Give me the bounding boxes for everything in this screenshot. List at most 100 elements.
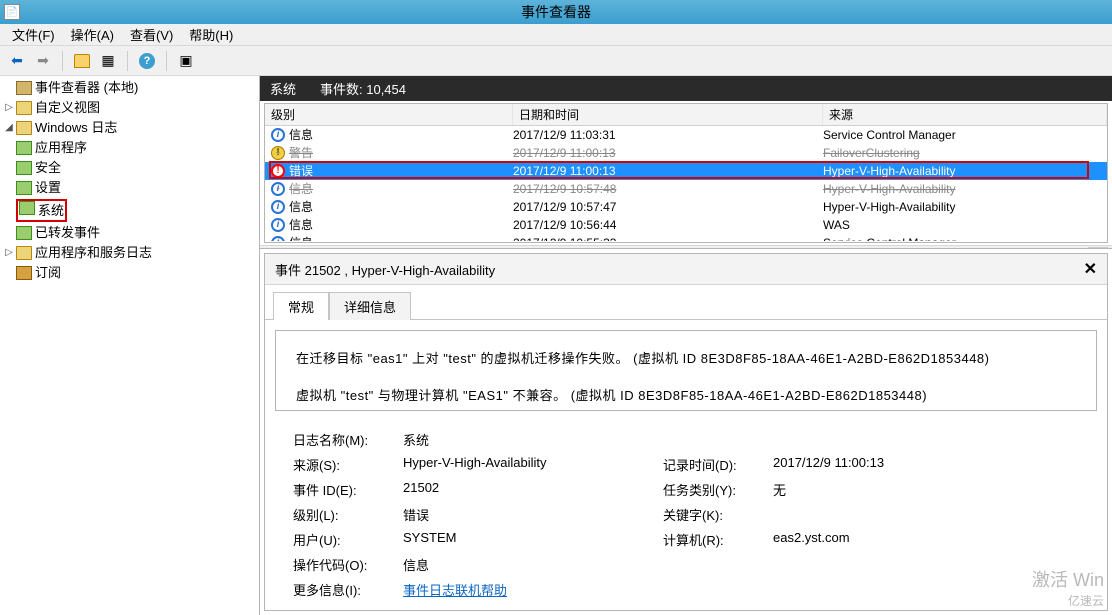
tree: ▶事件查看器 (本地) ▷自定义视图 ◢Windows 日志 ▶应用程序 ▶安全… <box>0 78 259 283</box>
row-datetime: 2017/12/9 11:00:13 <box>513 145 823 161</box>
tree-system[interactable]: ▶系统 <box>0 198 259 223</box>
subscription-icon <box>16 266 32 280</box>
meta-logged-value: 2017/12/9 11:00:13 <box>767 452 1085 477</box>
meta-computer-label: 计算机(R): <box>657 527 767 552</box>
meta-keywords-label: 关键字(K): <box>657 502 767 527</box>
tree-custom-views[interactable]: ▷自定义视图 <box>0 98 259 118</box>
table-row[interactable]: 信息2017/12/9 10:55:33Service Control Mana… <box>265 234 1107 241</box>
meta-keywords-value <box>767 502 1085 527</box>
folder-icon <box>16 246 32 260</box>
folder-icon <box>16 121 32 135</box>
meta-opcode-value: 信息 <box>397 552 657 577</box>
book-icon <box>16 81 32 95</box>
table-body[interactable]: 信息2017/12/9 11:03:31Service Control Mana… <box>265 126 1107 241</box>
row-level: 信息 <box>289 217 313 233</box>
table-row[interactable]: 信息 2017/12/9 11:03:31Service Control Mana… <box>265 126 1107 144</box>
row-datetime: 2017/12/9 11:03:31 <box>513 127 823 143</box>
error-icon <box>271 164 285 178</box>
tab-details[interactable]: 详细信息 <box>329 292 411 320</box>
window-title: 事件查看器 <box>521 2 591 22</box>
col-datetime[interactable]: 日期和时间 <box>513 104 823 125</box>
tree-app-svc-logs[interactable]: ▷应用程序和服务日志 <box>0 243 259 263</box>
pane-header: 系统 事件数: 10,454 <box>260 76 1112 101</box>
menu-view[interactable]: 查看(V) <box>122 23 181 46</box>
meta-source-value: Hyper-V-High-Availability <box>397 452 657 477</box>
close-icon[interactable]: ✕ <box>1084 259 1097 279</box>
table-row[interactable]: 信息2017/12/9 10:57:47Hyper-V-High-Availab… <box>265 198 1107 216</box>
meta-logged-label: 记录时间(D): <box>657 452 767 477</box>
table-row[interactable]: 警告 2017/12/9 11:00:13FailoverClustering <box>265 144 1107 162</box>
meta-level-value: 错误 <box>397 502 657 527</box>
row-source: Service Control Manager <box>823 235 1107 241</box>
msg-line-1: 在迁移目标 "eas1" 上对 "test" 的虚拟机迁移操作失败。 (虚拟机 … <box>296 347 1076 370</box>
menu-action[interactable]: 操作(A) <box>63 23 122 46</box>
tree-subscriptions[interactable]: ▶订阅 <box>0 263 259 283</box>
info-icon <box>271 200 285 214</box>
tree-root[interactable]: ▶事件查看器 (本地) <box>0 78 259 98</box>
msg-line-2: 虚拟机 "test" 与物理计算机 "EAS1" 不兼容。 (虚拟机 ID 8E… <box>296 384 1076 407</box>
hscrollbar[interactable] <box>260 245 1112 249</box>
back-icon[interactable]: ⬅ <box>6 50 28 72</box>
pane-count: 事件数: 10,454 <box>320 79 406 98</box>
table-header: 级别 日期和时间 来源 <box>265 104 1107 126</box>
folder-icon[interactable] <box>71 50 93 72</box>
meta-opcode-label: 操作代码(O): <box>287 552 397 577</box>
view-mode-icon[interactable]: ▦ <box>97 50 119 72</box>
row-source: WAS <box>823 217 1107 233</box>
tree-windows-logs[interactable]: ◢Windows 日志 <box>0 118 259 138</box>
menu-help[interactable]: 帮助(H) <box>181 23 241 46</box>
meta-more-link[interactable]: 事件日志联机帮助 <box>403 583 507 598</box>
details-pane: 事件 21502 , Hyper-V-High-Availability ✕ 常… <box>264 253 1108 611</box>
meta-more-label: 更多信息(I): <box>287 577 397 602</box>
separator <box>62 51 63 71</box>
meta-logname-value: 系统 <box>397 427 657 452</box>
row-datetime: 2017/12/9 10:57:48 <box>513 181 823 197</box>
meta-logname-label: 日志名称(M): <box>287 427 397 452</box>
tree-application[interactable]: ▶应用程序 <box>0 138 259 158</box>
col-source[interactable]: 来源 <box>823 104 1107 125</box>
row-level: 警告 <box>289 145 313 161</box>
tree-setup[interactable]: ▶设置 <box>0 178 259 198</box>
meta-taskcat-label: 任务类别(Y): <box>657 477 767 502</box>
main-area: ▶事件查看器 (本地) ▷自定义视图 ◢Windows 日志 ▶应用程序 ▶安全… <box>0 76 1112 615</box>
table-row[interactable]: 信息 2017/12/9 10:56:44WAS <box>265 216 1107 234</box>
row-source: Hyper-V-High-Availability <box>823 181 1107 197</box>
event-message[interactable]: 在迁移目标 "eas1" 上对 "test" 的虚拟机迁移操作失败。 (虚拟机 … <box>275 330 1097 411</box>
row-source: FailoverClustering <box>823 145 1107 161</box>
meta-source-label: 来源(S): <box>287 452 397 477</box>
row-datetime: 2017/12/9 10:57:47 <box>513 199 823 215</box>
tab-content: 在迁移目标 "eas1" 上对 "test" 的虚拟机迁移操作失败。 (虚拟机 … <box>265 319 1107 610</box>
tree-forwarded[interactable]: ▶已转发事件 <box>0 223 259 243</box>
right-pane: 系统 事件数: 10,454 级别 日期和时间 来源 信息2017/12/9 1… <box>260 76 1112 615</box>
sidebar[interactable]: ▶事件查看器 (本地) ▷自定义视图 ◢Windows 日志 ▶应用程序 ▶安全… <box>0 76 260 615</box>
row-level: 信息 <box>289 127 313 143</box>
titlebar: 📄 事件查看器 <box>0 0 1112 24</box>
separator <box>166 51 167 71</box>
separator <box>127 51 128 71</box>
preview-icon[interactable]: ▣ <box>175 50 197 72</box>
details-title: 事件 21502 , Hyper-V-High-Availability <box>275 260 495 279</box>
tab-general[interactable]: 常规 <box>273 292 329 320</box>
log-icon <box>16 181 32 195</box>
tree-security[interactable]: ▶安全 <box>0 158 259 178</box>
meta-level-label: 级别(L): <box>287 502 397 527</box>
row-source: Hyper-V-High-Availability <box>823 163 1107 179</box>
table-row[interactable]: 错误2017/12/9 11:00:13Hyper-V-High-Availab… <box>265 162 1107 180</box>
row-source: Service Control Manager <box>823 127 1107 143</box>
menu-file[interactable]: 文件(F) <box>4 23 63 46</box>
row-datetime: 2017/12/9 10:56:44 <box>513 217 823 233</box>
folder-icon <box>16 101 32 115</box>
col-level[interactable]: 级别 <box>265 104 513 125</box>
log-icon <box>19 201 35 215</box>
meta-computer-value: eas2.yst.com <box>767 527 1085 552</box>
meta-taskcat-value: 无 <box>767 477 1085 502</box>
log-icon <box>16 141 32 155</box>
row-level: 信息 <box>289 235 313 241</box>
pane-title: 系统 <box>270 79 296 98</box>
log-icon <box>16 161 32 175</box>
table-row[interactable]: 信息 2017/12/9 10:57:48Hyper-V-High-Availab… <box>265 180 1107 198</box>
details-tabs: 常规 详细信息 <box>265 285 1107 319</box>
row-level: 信息 <box>289 181 313 197</box>
help-icon[interactable]: ? <box>136 50 158 72</box>
event-meta: 日志名称(M): 系统 来源(S): Hyper-V-High-Availabi… <box>265 421 1107 610</box>
